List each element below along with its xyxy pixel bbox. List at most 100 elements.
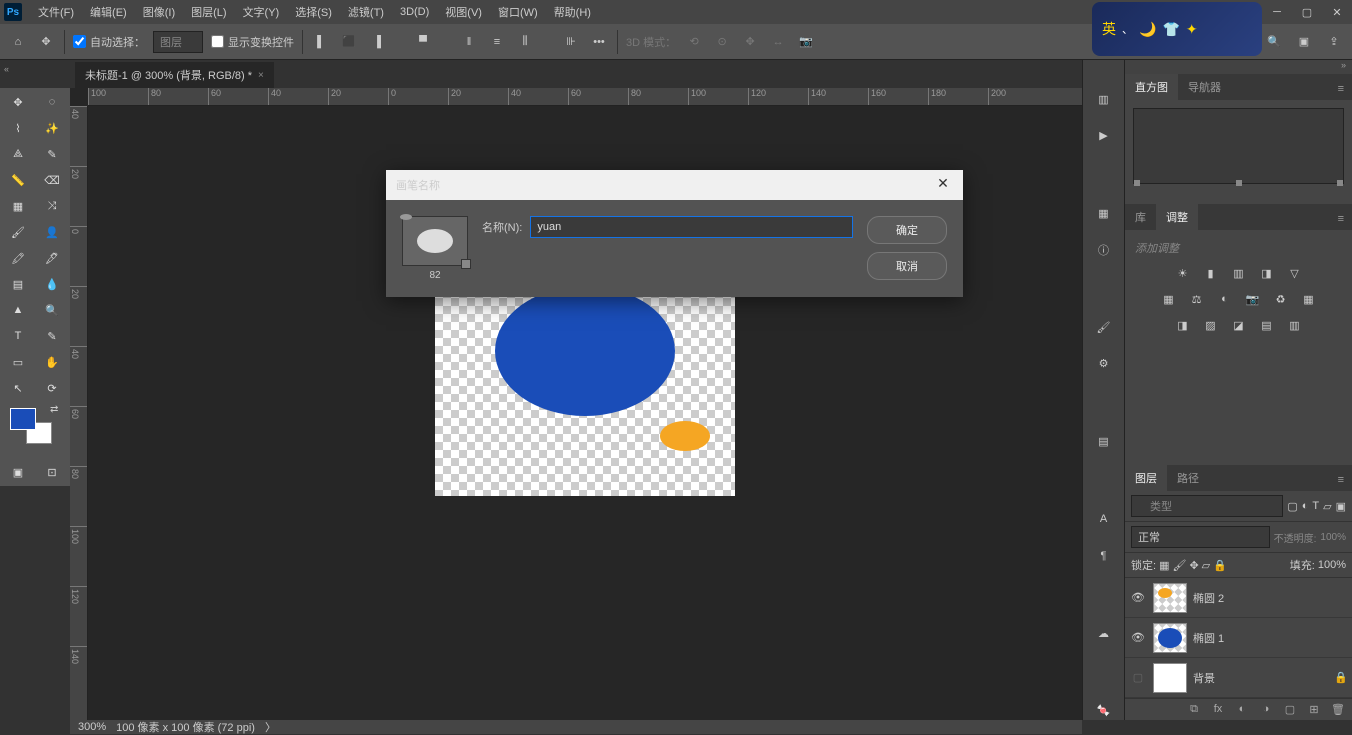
invert-icon[interactable]: ◨ — [1174, 316, 1192, 334]
doc-info[interactable]: 100 像素 x 100 像素 (72 ppi) — [116, 719, 255, 735]
window-maximize[interactable]: ▢ — [1292, 0, 1322, 24]
delete-icon[interactable]: 🗑 — [1330, 703, 1346, 716]
align-top-icon[interactable]: ▀ — [413, 32, 433, 52]
selection-tool[interactable]: ▦ — [2, 194, 34, 218]
menu-file[interactable]: 文件(F) — [30, 0, 82, 24]
mask-icon[interactable]: ◐ — [1234, 703, 1250, 716]
lock-pixels-icon[interactable]: ▦ — [1159, 559, 1169, 572]
mixer-icon[interactable]: ♻ — [1272, 290, 1290, 308]
brushes-icon[interactable]: 🖌 — [1092, 318, 1116, 336]
window-close[interactable]: ✕ — [1322, 0, 1352, 24]
fill-value[interactable]: 100% — [1318, 559, 1346, 571]
shuffle-tool[interactable]: ⤨ — [36, 194, 68, 218]
foreground-color[interactable] — [10, 408, 36, 430]
dodge-tool[interactable]: ▲ — [2, 298, 34, 322]
lock-brush-icon[interactable]: 🖌 — [1172, 559, 1186, 572]
eyedropper-tool[interactable]: ✎ — [36, 142, 68, 166]
move-tool[interactable]: ✥ — [2, 90, 34, 114]
visibility-icon[interactable]: 👁 — [1129, 591, 1147, 604]
direct-select-tool[interactable]: ↖ — [2, 376, 34, 400]
link-icon[interactable]: ⧉ — [1186, 703, 1202, 716]
visibility-icon[interactable]: ▢ — [1129, 671, 1147, 684]
curves-icon[interactable]: ▥ — [1230, 264, 1248, 282]
lookup-icon[interactable]: ▦ — [1300, 290, 1318, 308]
hand-tool[interactable]: ✋ — [36, 350, 68, 374]
color-icon[interactable]: ▥ — [1092, 90, 1116, 108]
spacing-icon[interactable]: ⊪ — [561, 32, 581, 52]
layer-row[interactable]: 👁 椭圆 2 — [1125, 578, 1352, 618]
menu-filter[interactable]: 滤镜(T) — [340, 0, 392, 24]
layer-thumb[interactable] — [1153, 623, 1187, 653]
menu-type[interactable]: 文字(Y) — [235, 0, 288, 24]
clone-tool[interactable]: 👤 — [36, 220, 68, 244]
new-layer-icon[interactable]: ⊞ — [1306, 703, 1322, 716]
bucket-tool[interactable]: 🖋 — [36, 246, 68, 270]
bw-icon[interactable]: ◐ — [1216, 290, 1234, 308]
rotate-tool[interactable]: ⟳ — [36, 376, 68, 400]
filter-shape-icon[interactable]: ▱ — [1323, 500, 1331, 513]
layer-kind-select[interactable]: 类型 — [1131, 495, 1283, 517]
auto-select-check[interactable]: 自动选择： — [73, 34, 145, 50]
vibrance-icon[interactable]: ▽ — [1286, 264, 1304, 282]
filter-smart-icon[interactable]: ▣ — [1336, 500, 1346, 513]
quickmask-tool[interactable]: ▣ — [2, 460, 34, 484]
selective-icon[interactable]: ▥ — [1286, 316, 1304, 334]
filter-text-icon[interactable]: T — [1312, 500, 1319, 512]
brush-tool[interactable]: 🖌 — [2, 220, 34, 244]
history-brush-tool[interactable]: 🖍 — [2, 246, 34, 270]
show-transform-check[interactable]: 显示变换控件 — [211, 34, 294, 50]
more-icon[interactable]: ••• — [589, 32, 609, 52]
document-tab[interactable]: 未标题-1 @ 300% (背景, RGB/8) * × — [75, 62, 274, 88]
hue-icon[interactable]: ▦ — [1160, 290, 1178, 308]
levels-icon[interactable]: ▮ — [1202, 264, 1220, 282]
eraser-tool[interactable]: ⌫ — [36, 168, 68, 192]
swatches-icon[interactable]: ▦ — [1092, 204, 1116, 222]
opacity-value[interactable]: 100% — [1320, 532, 1346, 543]
clouds-icon[interactable]: ☁ — [1092, 624, 1116, 642]
distribute-v-icon[interactable]: ≡ — [487, 32, 507, 52]
layer-name[interactable]: 椭圆 1 — [1193, 630, 1348, 646]
distribute-icon[interactable]: ⫼ — [515, 32, 535, 52]
photo-filter-icon[interactable]: 📷 — [1244, 290, 1262, 308]
styles-icon[interactable]: 🍬 — [1092, 702, 1116, 720]
home-icon[interactable]: ⌂ — [8, 32, 28, 52]
path-tool[interactable]: ✎ — [36, 324, 68, 348]
menu-3d[interactable]: 3D(D) — [392, 2, 437, 22]
ruler-tool[interactable]: 📏 — [2, 168, 34, 192]
tab-layers[interactable]: 图层 — [1125, 465, 1167, 491]
panel-menu-icon[interactable]: ≡ — [1330, 469, 1352, 491]
menu-view[interactable]: 视图(V) — [437, 0, 490, 24]
gradient-tool[interactable]: ▤ — [2, 272, 34, 296]
brush-name-input[interactable] — [530, 216, 853, 238]
layer-thumb[interactable] — [1153, 663, 1187, 693]
filter-adjust-icon[interactable]: ◐ — [1302, 500, 1309, 512]
tab-histogram[interactable]: 直方图 — [1125, 74, 1178, 100]
settings-icon[interactable]: ⚙ — [1092, 355, 1116, 373]
toolbar-collapse-icon[interactable]: « — [4, 64, 9, 74]
zoom-level[interactable]: 300% — [78, 721, 106, 733]
tab-close-icon[interactable]: × — [258, 70, 264, 81]
brightness-icon[interactable]: ☀ — [1174, 264, 1192, 282]
workspace-icon[interactable]: ▣ — [1294, 32, 1314, 52]
status-chevron-icon[interactable]: 〉 — [265, 719, 276, 735]
auto-select-target[interactable]: 图层 — [153, 31, 203, 53]
zoom-tool[interactable]: 🔍 — [36, 298, 68, 322]
paragraph-icon[interactable]: ¶ — [1092, 546, 1116, 564]
search-icon[interactable]: 🔍 — [1264, 32, 1284, 52]
group-icon[interactable]: ▢ — [1282, 703, 1298, 716]
text-tool[interactable]: T — [2, 324, 34, 348]
tab-navigator[interactable]: 导航器 — [1178, 74, 1231, 100]
threshold-icon[interactable]: ◪ — [1230, 316, 1248, 334]
filter-image-icon[interactable]: ▢ — [1287, 500, 1297, 513]
menu-help[interactable]: 帮助(H) — [546, 0, 599, 24]
tab-libraries[interactable]: 库 — [1125, 204, 1156, 230]
exposure-icon[interactable]: ◨ — [1258, 264, 1276, 282]
color-swatch[interactable]: ⇄ — [2, 402, 68, 458]
dialog-close-icon[interactable]: ✕ — [933, 175, 953, 195]
layer-thumb[interactable] — [1153, 583, 1187, 613]
layer-name[interactable]: 椭圆 2 — [1193, 590, 1348, 606]
move-tool-icon[interactable]: ✥ — [36, 32, 56, 52]
lock-artboard-icon[interactable]: ▱ — [1202, 559, 1210, 572]
shape-tool[interactable]: ▭ — [2, 350, 34, 374]
blur-tool[interactable]: 💧 — [36, 272, 68, 296]
